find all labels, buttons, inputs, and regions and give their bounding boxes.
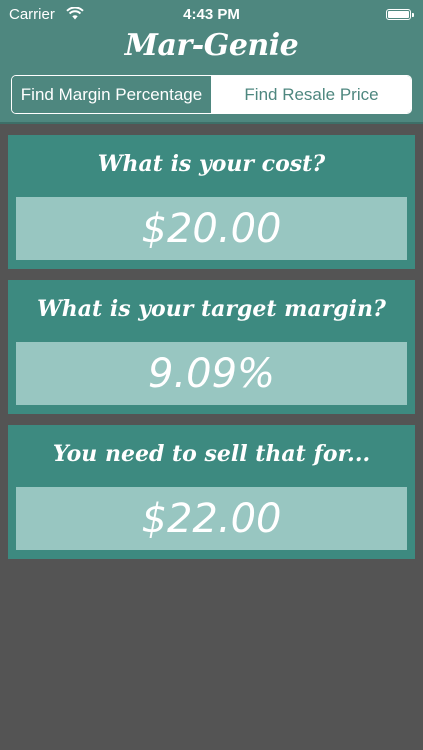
mode-segmented-control[interactable]: Find Margin Percentage Find Resale Price xyxy=(11,75,412,114)
resale-price-label: You need to sell that for... xyxy=(52,441,371,467)
target-margin-input[interactable]: 9.09% xyxy=(16,342,407,405)
header: Carrier 4:43 PM Mar-Genie Find Margin Pe… xyxy=(0,0,423,124)
cost-input[interactable]: $20.00 xyxy=(16,197,407,260)
resale-price-output: $22.00 xyxy=(16,487,407,550)
target-margin-label: What is your target margin? xyxy=(37,296,386,322)
segment-find-margin-percentage[interactable]: Find Margin Percentage xyxy=(12,76,212,113)
battery-icon xyxy=(386,9,414,20)
status-bar: Carrier 4:43 PM xyxy=(0,0,423,28)
segment-find-resale-price[interactable]: Find Resale Price xyxy=(212,76,411,113)
app-title: Mar-Genie xyxy=(124,28,299,63)
target-margin-card: What is your target margin? 9.09% xyxy=(8,280,415,414)
cost-card: What is your cost? $20.00 xyxy=(8,135,415,269)
status-time: 4:43 PM xyxy=(183,6,240,23)
battery-level xyxy=(388,11,409,18)
cost-label: What is your cost? xyxy=(97,151,326,177)
resale-price-card: You need to sell that for... $22.00 xyxy=(8,425,415,559)
